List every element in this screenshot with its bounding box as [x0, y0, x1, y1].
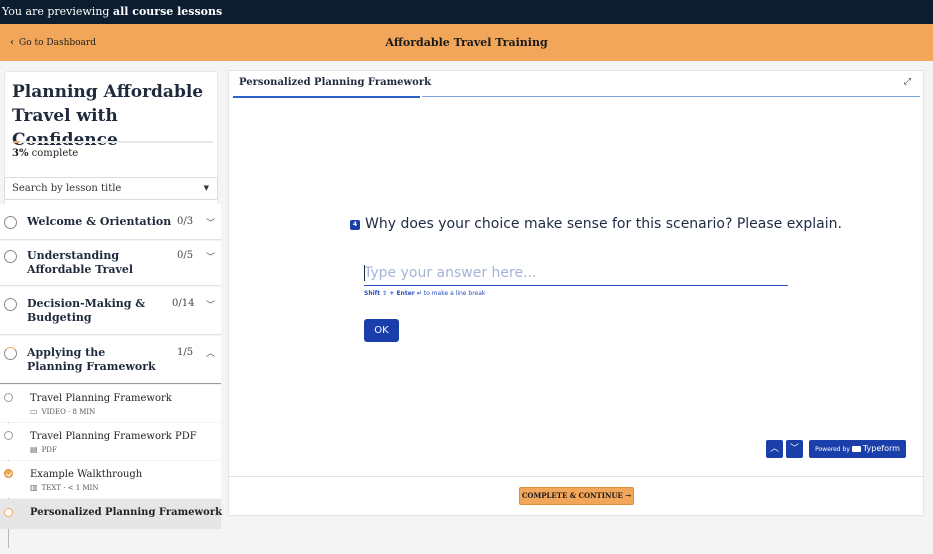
typeform-logo-icon: [851, 446, 861, 452]
module-progress-count: 1/5: [177, 347, 194, 358]
module-title: Decision-Making & Budgeting: [27, 297, 146, 324]
lesson-meta-text: PDF: [41, 446, 57, 454]
course-sidebar: Planning Affordable Travel with Confiden…: [0, 61, 227, 554]
footer-divider: [229, 476, 923, 477]
module-progress-count: 0/14: [172, 298, 195, 309]
chevron-down-icon: ﹀: [789, 444, 799, 454]
lesson-status-icon: [4, 393, 13, 402]
answer-input[interactable]: [364, 260, 788, 286]
module-welcome-orientation[interactable]: Welcome & Orientation 0/3 ﹀: [0, 204, 221, 240]
module-progress-count: 0/5: [177, 250, 194, 261]
lesson-meta: ▥ TEXT · < 1 MIN: [30, 483, 99, 492]
module-title: Understanding Affordable Travel: [27, 249, 134, 276]
course-header: ‹ Go to Dashboard Affordable Travel Train…: [0, 24, 933, 61]
preview-prefix: You are previewing: [2, 5, 113, 18]
chevron-down-icon: ﹀: [206, 253, 216, 263]
chevron-up-icon: ︿: [769, 444, 779, 454]
line-break-hint: Shift ⇧ + Enter ↵ to make a line break: [364, 290, 485, 297]
ok-button[interactable]: OK: [364, 319, 399, 342]
module-status-icon: [4, 298, 17, 311]
module-status-icon: [4, 216, 17, 229]
lesson-search-placeholder: Search by lesson title: [12, 183, 122, 194]
lesson-item[interactable]: Travel Planning Framework ▭ VIDEO · 8 MIN: [0, 385, 221, 422]
progress-bar: [13, 141, 213, 143]
expand-icon[interactable]: ⤢: [904, 77, 911, 87]
lesson-tab-indicator: [233, 96, 420, 98]
lesson-complete-icon: [4, 469, 13, 478]
progress-bar-fill: [13, 141, 19, 143]
lesson-item[interactable]: Travel Planning Framework PDF ▤ PDF: [0, 423, 221, 460]
preview-emphasis: all course lessons: [112, 5, 223, 18]
question-text: Why does your choice make sense for this…: [365, 216, 842, 232]
preview-banner: You are previewing all course lessons: [0, 0, 933, 24]
caret-down-icon: ▼: [203, 184, 209, 192]
lesson-item-current[interactable]: Personalized Planning Framework: [0, 499, 223, 529]
hint-text: to make a line break: [421, 290, 486, 297]
previous-question-button[interactable]: ︿: [766, 440, 783, 458]
module-understanding-affordable-travel[interactable]: Understanding Affordable Travel 0/5 ﹀: [0, 241, 221, 286]
complete-and-continue-button[interactable]: COMPLETE & CONTINUE →: [519, 487, 634, 505]
pdf-icon: ▤: [30, 445, 38, 454]
lesson-title: Personalized Planning Framework: [30, 507, 223, 518]
module-applying-planning-framework[interactable]: Applying the Planning Framework 1/5 ︿: [0, 336, 221, 384]
lesson-status-icon: [4, 508, 13, 517]
lesson-meta-text: TEXT · < 1 MIN: [41, 484, 99, 492]
lesson-status-icon: [4, 431, 13, 440]
lesson-title-heading: Personalized Planning Framework: [239, 77, 432, 88]
module-status-icon: [4, 347, 17, 360]
lesson-title: Travel Planning Framework PDF: [30, 431, 197, 442]
powered-by-typeform-link[interactable]: Powered by Typeform: [809, 440, 906, 458]
lesson-title: Example Walkthrough: [30, 469, 143, 480]
chevron-down-icon: ﹀: [206, 301, 216, 311]
lesson-item[interactable]: Example Walkthrough ▥ TEXT · < 1 MIN: [0, 461, 221, 498]
module-status-icon: [4, 250, 17, 263]
lesson-content-card: Personalized Planning Framework ⤢ 4 Why …: [228, 70, 924, 516]
lesson-search-select[interactable]: Search by lesson title ▼: [4, 177, 218, 200]
module-title: Applying the Planning Framework: [27, 346, 156, 373]
course-title: Affordable Travel Training: [385, 36, 548, 49]
powered-by-prefix: Powered by: [815, 446, 850, 453]
powered-by-brand: Typeform: [862, 444, 900, 453]
progress-text: 3% complete: [12, 148, 78, 159]
question-number-badge: 4: [350, 220, 360, 230]
progress-label: complete: [28, 148, 79, 159]
lesson-meta: ▤ PDF: [30, 445, 57, 454]
lesson-tab-divider: [422, 96, 920, 97]
lesson-title: Travel Planning Framework: [30, 393, 172, 404]
progress-percent: 3%: [12, 148, 29, 159]
module-decision-making-budgeting[interactable]: Decision-Making & Budgeting 0/14 ﹀: [0, 287, 221, 335]
text-icon: ▥: [30, 483, 38, 492]
lesson-meta: ▭ VIDEO · 8 MIN: [30, 407, 95, 416]
text-cursor: [364, 265, 365, 281]
chevron-up-icon: ︿: [206, 349, 216, 359]
chevron-down-icon: ﹀: [206, 219, 216, 229]
next-question-button[interactable]: ﹀: [786, 440, 803, 458]
hint-keys: Shift ⇧ + Enter ↵: [364, 290, 422, 297]
module-progress-count: 0/3: [177, 216, 194, 227]
lesson-meta-text: VIDEO · 8 MIN: [41, 408, 96, 416]
module-title: Welcome & Orientation: [27, 215, 172, 228]
video-icon: ▭: [30, 407, 38, 416]
